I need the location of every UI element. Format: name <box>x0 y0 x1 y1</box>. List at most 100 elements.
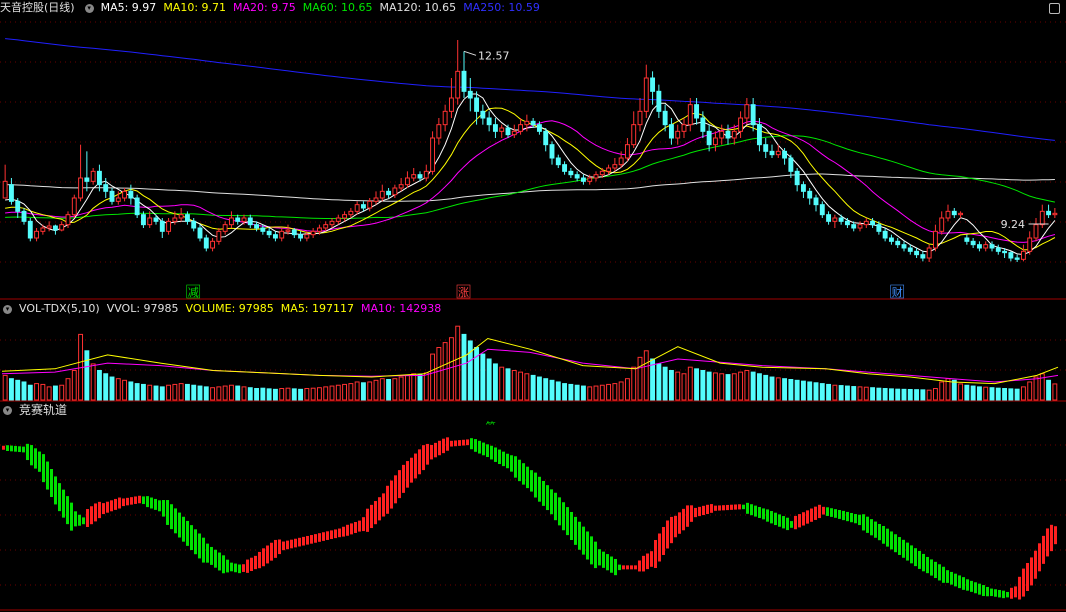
candle <box>272 234 278 239</box>
candle <box>738 117 744 132</box>
track-segment <box>1050 524 1053 552</box>
track-segment <box>378 497 381 521</box>
volume-bar <box>128 381 134 401</box>
track-segment <box>954 573 957 587</box>
track-segment <box>1030 557 1033 586</box>
track-segment <box>382 493 385 517</box>
volume-bar <box>838 385 844 401</box>
volume-bar <box>882 388 888 401</box>
track-segment <box>102 503 105 515</box>
track-segment <box>534 472 537 498</box>
candle <box>423 170 429 179</box>
candle <box>725 130 731 139</box>
candle <box>430 137 436 172</box>
candle <box>618 157 624 166</box>
candle <box>851 224 857 229</box>
candle <box>976 244 982 249</box>
volume-bar <box>354 381 360 401</box>
volume-bar <box>725 374 731 401</box>
track-segment <box>1022 568 1025 597</box>
track-segment <box>326 531 329 540</box>
track-segment <box>682 508 685 531</box>
track-segment <box>594 541 597 569</box>
track-segment <box>574 516 577 545</box>
track-segment <box>350 523 353 535</box>
volume-bar <box>844 385 850 401</box>
candle <box>549 144 555 159</box>
candle <box>612 164 618 169</box>
volume-bar <box>310 387 316 401</box>
track-segment <box>430 444 433 460</box>
volume-bar <box>298 388 304 401</box>
track-segment <box>530 470 533 492</box>
candle <box>543 130 549 146</box>
candle <box>914 250 920 256</box>
track-segment <box>798 514 801 528</box>
settings-icon[interactable]: ▾ <box>3 405 12 415</box>
track-segment <box>1010 587 1013 599</box>
candle <box>668 124 674 139</box>
settings-icon[interactable]: ▾ <box>3 304 12 314</box>
candle <box>78 177 84 199</box>
track-segment <box>346 524 349 536</box>
candle <box>951 210 957 216</box>
track-segment <box>678 512 681 534</box>
volume-bar <box>995 387 1001 401</box>
candle <box>643 77 649 112</box>
volume-bar <box>304 388 310 401</box>
candle <box>467 90 473 99</box>
track-segment <box>190 525 193 551</box>
candle <box>241 217 247 222</box>
candle <box>712 137 718 146</box>
candle <box>536 124 542 132</box>
track-segment <box>94 503 97 522</box>
track-segment <box>338 528 341 538</box>
candle <box>656 90 662 112</box>
track-segment <box>786 517 789 531</box>
track-segment <box>270 542 273 561</box>
track-segment <box>106 501 109 513</box>
volume-bar <box>379 378 385 401</box>
track-segment <box>446 437 449 451</box>
track-segment <box>590 536 593 565</box>
track-segment <box>782 516 785 529</box>
candle <box>587 177 593 182</box>
track-segment <box>882 525 885 544</box>
candle <box>555 157 561 166</box>
candle <box>756 124 762 146</box>
candle <box>907 247 913 252</box>
candle <box>153 217 159 222</box>
vvol-label: VVOL: 97985 <box>106 302 179 315</box>
event-marker: 财 <box>892 285 903 299</box>
track-segment <box>1026 563 1029 592</box>
track-segment <box>982 585 985 597</box>
track-segment <box>342 526 345 537</box>
candle <box>492 124 498 132</box>
track-segment <box>146 496 149 508</box>
track-segment <box>482 442 485 456</box>
track-segment <box>226 559 229 573</box>
volume-bar <box>404 374 410 401</box>
candle <box>631 124 637 146</box>
track-segment <box>810 508 813 522</box>
track-segment <box>542 480 545 506</box>
volume-bar <box>530 374 536 401</box>
volume-bar <box>543 378 549 401</box>
maximize-icon[interactable] <box>1049 3 1060 14</box>
volume-bar <box>423 372 429 401</box>
track-segment <box>766 509 769 522</box>
track-segment <box>206 543 209 563</box>
candle <box>838 217 844 222</box>
track-segment <box>118 497 121 509</box>
track-segment <box>58 483 61 512</box>
candle <box>128 190 134 199</box>
track-segment <box>238 564 241 574</box>
track-segment <box>966 579 969 591</box>
track-segment <box>674 515 677 538</box>
settings-icon[interactable]: ▾ <box>84 3 94 13</box>
track-segment <box>366 508 369 532</box>
candle <box>52 225 58 231</box>
volume-bar <box>574 384 580 401</box>
volume-ma10-line <box>1 348 1059 383</box>
volume-bar <box>624 378 630 401</box>
